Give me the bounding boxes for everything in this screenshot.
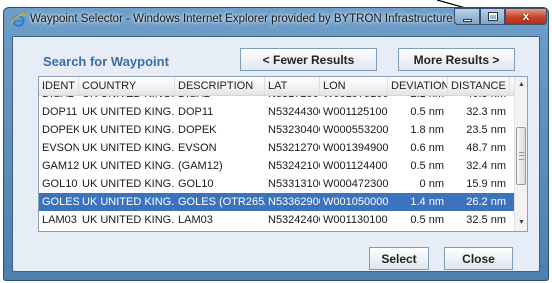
cell-ident: MAMUL <box>39 229 79 231</box>
column-header-ident[interactable]: IDENT▲ <box>39 77 79 95</box>
cell-lat: N53242100 <box>268 160 320 172</box>
window-close-button[interactable]: x <box>505 8 547 25</box>
cell-deviation: 0.5 nm <box>410 214 444 226</box>
close-icon: x <box>522 9 530 23</box>
grip-icon <box>519 152 524 160</box>
title-bar: Waypoint Selector - Windows Internet Exp… <box>3 7 549 33</box>
cell-lon: W001124400 <box>323 160 388 172</box>
column-header-lon[interactable]: LON <box>320 77 388 95</box>
cell-lat: N53362900 <box>268 196 320 208</box>
cell-ident: GAM12 <box>42 160 79 172</box>
cell-distance: 15.9 nm <box>466 178 506 190</box>
cell-lon: W001050000 <box>323 196 388 208</box>
cell-deviation: 0.6 nm <box>410 142 444 154</box>
cell-description: GOL10 <box>178 178 214 190</box>
cell-distance: 34.5 nm <box>448 229 510 231</box>
cell-deviation: 1.4 nm <box>410 196 444 208</box>
select-button[interactable]: Select <box>369 247 429 270</box>
cell-deviation: 0.5 nm <box>410 160 444 172</box>
cell-ident: EVSON <box>42 142 79 154</box>
cell-country: UK UNITED KING... <box>82 160 175 172</box>
cell-ident: DOP11 <box>42 106 78 118</box>
cell-country: UK UNITED KING... <box>82 124 175 136</box>
scrollbar-thumb[interactable] <box>516 127 526 185</box>
cell-description: (GAM12) <box>178 160 223 172</box>
vertical-scrollbar[interactable]: ▲ ▼ <box>514 77 527 231</box>
column-header-distance[interactable]: DISTANCE ... <box>448 77 510 95</box>
column-header-deviation[interactable]: DEVIATION ... <box>388 77 448 95</box>
minimize-button[interactable] <box>454 8 480 25</box>
cell-country: UK UNITED KING... <box>82 178 175 190</box>
maximize-icon <box>488 12 498 21</box>
cell-description: GOLES (OTR265/35) <box>178 196 265 208</box>
cell-country: UK UNITED KING... <box>82 214 175 226</box>
cell-description: LAM03 <box>178 214 213 226</box>
page-title: Search for Waypoint <box>43 54 169 69</box>
cell-lat: N53313100 <box>268 178 320 190</box>
scroll-up-icon[interactable]: ▲ <box>515 77 527 93</box>
scroll-down-icon[interactable]: ▼ <box>515 215 527 231</box>
cell-lon: W001394900 <box>323 142 388 154</box>
table-row[interactable]: MAMULUK UNITED KING...MAMULN53250500W001… <box>39 229 514 231</box>
table-row[interactable]: LAM03 UK UNITED KING... LAM03 N53242400 W001… <box>39 211 514 229</box>
cell-lat: N53242400 <box>268 214 320 226</box>
cell-distance: 32.3 nm <box>466 106 506 118</box>
cell-distance: 48.7 nm <box>466 142 506 154</box>
minimize-icon <box>463 19 472 22</box>
cell-deviation: 0.3 nm <box>388 229 448 231</box>
cell-description: EVSON <box>178 142 217 154</box>
column-header-lat[interactable]: LAT <box>265 77 320 95</box>
cell-distance: 32.4 nm <box>466 160 506 172</box>
cell-lon: W000472300 <box>323 178 388 190</box>
cell-ident: LAM03 <box>42 214 77 226</box>
more-results-button[interactable]: More Results > <box>398 48 515 71</box>
cell-ident: GOLES <box>42 196 79 208</box>
dialog-content: Search for Waypoint < Fewer Results More… <box>12 36 540 272</box>
cell-distance: 32.5 nm <box>466 214 506 226</box>
table-row[interactable]: GOL10 UK UNITED KING... GOL10 N53313100 W000… <box>39 175 514 193</box>
column-header-country[interactable]: COUNTRY <box>79 77 175 95</box>
cell-lon: W001130100 <box>323 214 388 226</box>
cell-deviation: 0.5 nm <box>410 106 444 118</box>
table-row[interactable]: DOP11 UK UNITED KING... DOP11 N53244300 W001… <box>39 103 514 121</box>
cell-lon: W000553200 <box>323 124 388 136</box>
cell-distance: 23.5 nm <box>466 124 506 136</box>
table-row[interactable]: EVSON UK UNITED KING... EVSON N53212700 W001… <box>39 139 514 157</box>
close-button[interactable]: Close <box>444 247 513 270</box>
cell-lat: N53230400 <box>268 124 320 136</box>
cell-country: UK UNITED KING... <box>82 196 175 208</box>
cell-lat: N53212700 <box>268 142 320 154</box>
fewer-results-button[interactable]: < Fewer Results <box>240 48 377 71</box>
cell-lon: W001125100 <box>323 106 388 118</box>
cell-deviation: 1.8 nm <box>410 124 444 136</box>
cell-distance: 26.2 nm <box>466 196 506 208</box>
cell-description: DOPEK <box>178 124 217 136</box>
column-header-description[interactable]: DESCRIPTION <box>175 77 265 95</box>
table-row-selected[interactable]: GOLESUK UNITED KING...GOLES (OTR265/35)N… <box>39 193 514 211</box>
table-row[interactable]: GAM12 UK UNITED KING... (GAM12) N53242100 W0… <box>39 157 514 175</box>
cell-lat: N53250500 <box>265 229 320 231</box>
cell-description: MAMUL <box>175 229 265 231</box>
cell-lat: N53244300 <box>268 106 320 118</box>
cell-lon: W001164800 <box>320 229 388 231</box>
cell-country: UK UNITED KING... <box>82 106 175 118</box>
cell-ident: DOPEK <box>42 124 79 136</box>
table-row[interactable]: DOPEK UK UNITED KING... DOPEK N53230400 W000… <box>39 121 514 139</box>
cell-country: UK UNITED KING... <box>82 142 175 154</box>
column-header-ident-label: IDENT <box>42 80 75 92</box>
table-header: IDENT▲ COUNTRY DESCRIPTION LAT LON DEVIA… <box>39 77 514 96</box>
maximize-button[interactable] <box>480 8 505 25</box>
cell-description: DOP11 <box>178 106 214 118</box>
waypoint-selector-window: Waypoint Selector - Windows Internet Exp… <box>3 7 549 281</box>
waypoint-table: DISALUK UNITED KING...DISALN53172500W001… <box>38 76 528 232</box>
cell-ident: GOL10 <box>42 178 78 190</box>
cell-deviation: 0 nm <box>419 178 444 190</box>
cell-country: UK UNITED KING... <box>79 229 175 231</box>
window-title: Waypoint Selector - Windows Internet Exp… <box>30 13 453 25</box>
internet-explorer-icon <box>11 14 26 27</box>
